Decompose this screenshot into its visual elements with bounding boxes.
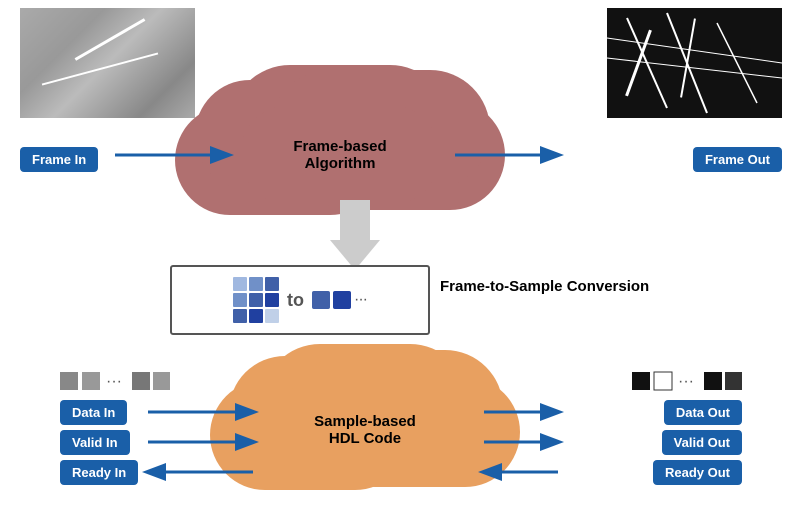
pixel-strip-right: ··· — [632, 370, 742, 392]
frame-in-button[interactable]: Frame In — [20, 147, 98, 172]
image-right — [607, 8, 782, 118]
data-in-button[interactable]: Data In — [60, 400, 127, 425]
image-left — [20, 8, 195, 118]
conv-samples: ··· — [312, 291, 367, 309]
ready-in-button[interactable]: Ready In — [60, 460, 138, 485]
cloud-top-label: Frame-basedAlgorithm — [293, 138, 386, 172]
big-arrow-down — [330, 200, 380, 270]
conversion-box: to ··· — [170, 265, 430, 335]
ready-out-button[interactable]: Ready Out — [653, 460, 742, 485]
valid-in-button[interactable]: Valid In — [60, 430, 130, 455]
conv-arrow-icon: to — [287, 290, 304, 311]
pixel-strip-left: ··· — [60, 370, 170, 392]
svg-text:···: ··· — [106, 373, 122, 390]
valid-out-button[interactable]: Valid Out — [662, 430, 742, 455]
data-out-button[interactable]: Data Out — [664, 400, 742, 425]
svg-text:···: ··· — [678, 373, 694, 390]
cloud-hdl-code: Sample-basedHDL Code — [255, 365, 475, 495]
frame-out-button[interactable]: Frame Out — [693, 147, 782, 172]
conversion-label: Frame-to-Sample Conversion — [440, 278, 649, 295]
cloud-bottom-label: Sample-basedHDL Code — [314, 413, 416, 447]
diagram: Frame-basedAlgorithm Frame In Frame Out … — [0, 0, 802, 523]
conv-grid — [233, 277, 279, 323]
